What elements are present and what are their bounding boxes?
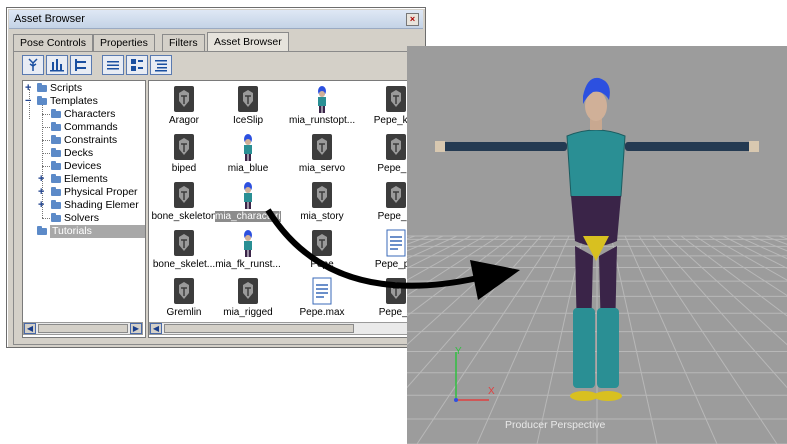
folder-icon: [51, 135, 61, 144]
template-icon: [311, 181, 333, 209]
asset-label: bone_skelet...: [152, 259, 216, 270]
template-icon: [173, 133, 195, 161]
template-icon: [173, 85, 195, 113]
close-icon[interactable]: ×: [406, 13, 419, 26]
tree-view-icon[interactable]: [22, 55, 44, 75]
tab-filters[interactable]: Filters: [162, 34, 205, 51]
folder-icon: [51, 187, 61, 196]
list-icon[interactable]: [102, 55, 124, 75]
character-thumbnail: [237, 133, 259, 161]
character-thumbnail: [237, 229, 259, 257]
tab-properties[interactable]: Properties: [93, 34, 155, 51]
details-icon[interactable]: [150, 55, 172, 75]
folder-icon: [51, 109, 61, 118]
document-icon: [311, 277, 333, 305]
asset-item[interactable]: mia_rigged: [215, 277, 281, 321]
character-thumbnail: [311, 85, 333, 113]
viewport-label: Producer Perspective: [505, 419, 606, 431]
thumbnail-icon[interactable]: [126, 55, 148, 75]
asset-item[interactable]: mia_characterized: [215, 181, 281, 225]
expand-icon[interactable]: +: [38, 200, 47, 211]
scroll-right-icon[interactable]: ▶: [130, 323, 142, 334]
asset-item[interactable]: bone_skelet...: [151, 229, 217, 273]
asset-item[interactable]: biped: [151, 133, 217, 177]
template-icon: [311, 229, 333, 257]
asset-item[interactable]: Gremlin: [151, 277, 217, 321]
document-icon: [385, 229, 407, 257]
asset-label: Pepe.max: [299, 307, 345, 318]
asset-label: Pepe: [310, 259, 334, 270]
tree-horizontal-scrollbar[interactable]: ◀ ▶: [23, 322, 143, 335]
asset-label: mia_fk_runst...: [215, 259, 281, 270]
scroll-thumb[interactable]: [38, 324, 128, 333]
asset-item[interactable]: Pepe: [289, 229, 355, 273]
template-icon: [237, 277, 259, 305]
asset-label: mia_runstopt...: [289, 115, 355, 126]
tab-pose-controls[interactable]: Pose Controls: [13, 34, 93, 51]
folder-icon: [37, 226, 47, 235]
folder-icon: [51, 174, 61, 183]
window-title: Asset Browser: [14, 13, 85, 25]
scroll-left-icon[interactable]: ◀: [24, 323, 36, 334]
template-icon: [311, 133, 333, 161]
axis-gizmo: [454, 352, 489, 402]
asset-browser-window: Asset Browser × Pose Controls Properties…: [6, 7, 426, 348]
asset-label: mia_blue: [227, 163, 269, 174]
expand-icon[interactable]: +: [38, 187, 47, 198]
asset-item[interactable]: IceSlip: [215, 85, 281, 129]
expand-icon[interactable]: +: [25, 83, 34, 94]
folder-icon: [51, 122, 61, 131]
asset-label: mia_characterized: [215, 211, 281, 222]
template-icon: [385, 277, 407, 305]
asset-label: mia_story: [300, 211, 344, 222]
asset-item[interactable]: bone_skeleton: [151, 181, 217, 225]
asset-item[interactable]: Aragor: [151, 85, 217, 129]
asset-label: Aragor: [168, 115, 199, 126]
asset-label: mia_rigged: [223, 307, 273, 318]
collapse-icon[interactable]: −: [25, 96, 34, 107]
asset-grid: Aragor IceSlip mia_runstopt... Pepe_key bipe…: [148, 80, 421, 338]
grid-horizontal-scrollbar[interactable]: ◀: [149, 322, 420, 335]
template-icon: [385, 133, 407, 161]
bar-view-icon[interactable]: [46, 55, 68, 75]
axis-y-label: Y: [455, 346, 462, 357]
asset-label: Gremlin: [166, 307, 202, 318]
folder-icon: [51, 213, 61, 222]
template-icon: [173, 277, 195, 305]
tab-asset-browser[interactable]: Asset Browser: [207, 32, 289, 51]
asset-item[interactable]: mia_servo: [289, 133, 355, 177]
viewport-scene: [407, 77, 787, 444]
scroll-left-icon[interactable]: ◀: [150, 323, 162, 334]
asset-label: bone_skeleton: [151, 211, 217, 222]
asset-label: biped: [171, 163, 197, 174]
axis-x-label: X: [488, 386, 495, 397]
template-icon: [385, 85, 407, 113]
template-icon: [385, 181, 407, 209]
asset-label: mia_servo: [298, 163, 346, 174]
template-icon: [237, 85, 259, 113]
folder-icon: [51, 161, 61, 170]
asset-item[interactable]: mia_fk_runst...: [215, 229, 281, 273]
folder-icon: [51, 148, 61, 157]
scroll-thumb[interactable]: [164, 324, 354, 333]
asset-item[interactable]: mia_story: [289, 181, 355, 225]
folder-icon: [51, 200, 61, 209]
asset-item[interactable]: mia_blue: [215, 133, 281, 177]
folder-tree: + Scripts − Templates Characters Command…: [22, 80, 146, 338]
asset-item[interactable]: Pepe.max: [289, 277, 355, 321]
window-titlebar[interactable]: Asset Browser ×: [9, 10, 423, 29]
asset-label: IceSlip: [232, 115, 263, 126]
producer-perspective-viewport[interactable]: Y X Producer Perspective: [407, 46, 787, 444]
expand-icon[interactable]: +: [38, 174, 47, 185]
template-icon: [173, 229, 195, 257]
character-thumbnail: [237, 181, 259, 209]
asset-item[interactable]: mia_runstopt...: [289, 85, 355, 129]
hierarchy-icon[interactable]: [70, 55, 92, 75]
folder-icon: [37, 83, 47, 92]
folder-icon: [37, 96, 47, 105]
tab-content: + Scripts − Templates Characters Command…: [13, 51, 421, 345]
template-icon: [173, 181, 195, 209]
